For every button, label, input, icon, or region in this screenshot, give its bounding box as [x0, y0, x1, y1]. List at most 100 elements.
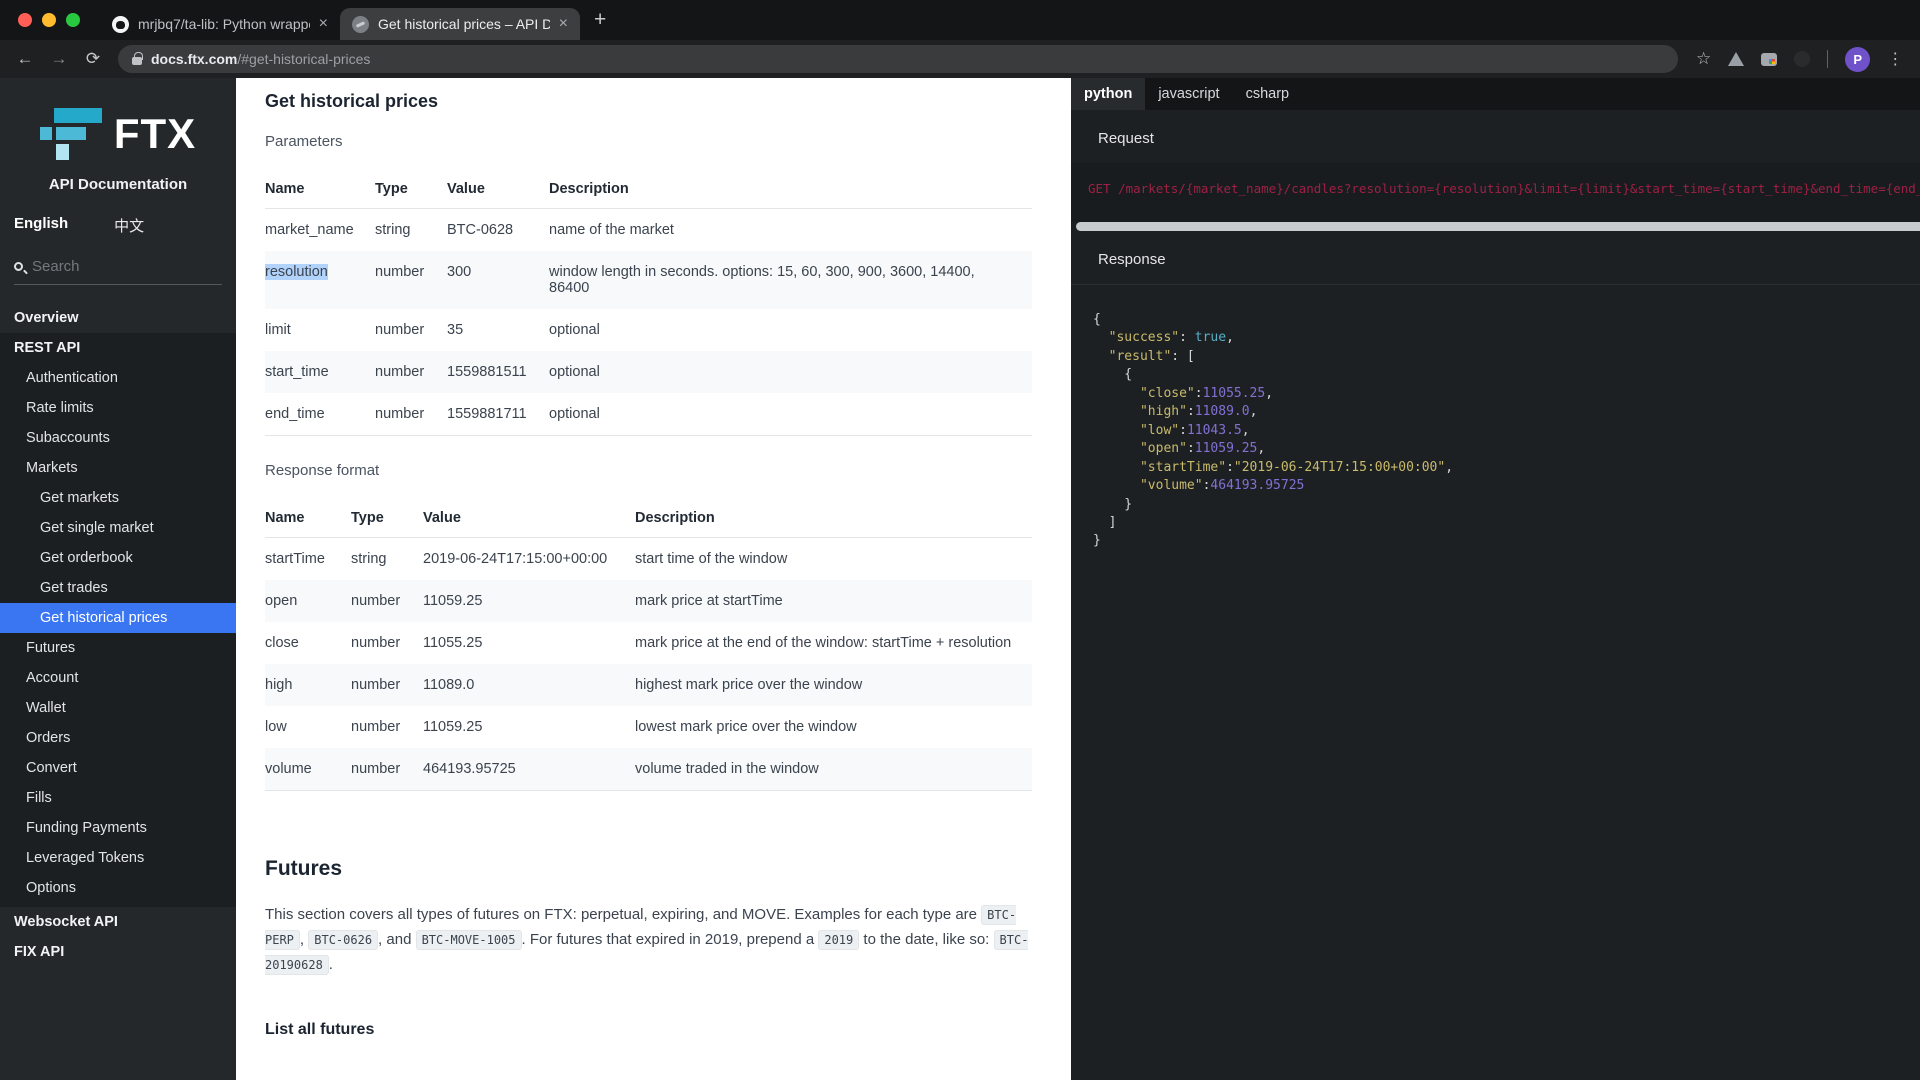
- code-line: "startTime":"2019-06-24T17:15:00+00:00",: [1139, 459, 1454, 475]
- code-line: "volume":464193.95725: [1139, 478, 1305, 494]
- cell-name: close: [265, 635, 299, 651]
- sidebar-item-options[interactable]: Options: [0, 873, 236, 903]
- inline-code: BTC-0626: [308, 929, 379, 950]
- sidebar-item-markets[interactable]: Markets: [0, 453, 236, 483]
- tab-csharp[interactable]: csharp: [1233, 78, 1303, 110]
- sidebar-item-orders[interactable]: Orders: [0, 723, 236, 753]
- language-chinese[interactable]: 中文: [114, 215, 144, 236]
- sidebar-item-futures[interactable]: Futures: [0, 633, 236, 663]
- sidebar-item-account[interactable]: Account: [0, 663, 236, 693]
- sidebar-item-get-orderbook[interactable]: Get orderbook: [0, 543, 236, 573]
- photos-icon[interactable]: [1761, 52, 1778, 66]
- cell-value: 11059.25: [423, 593, 483, 609]
- sidebar-item-get-trades[interactable]: Get trades: [0, 573, 236, 603]
- sidebar-item-websocket-api[interactable]: Websocket API: [0, 907, 236, 937]
- bookmark-star-icon[interactable]: ☆: [1696, 49, 1711, 69]
- sidebar-item-funding-payments[interactable]: Funding Payments: [0, 813, 236, 843]
- code-line: "low":11043.5,: [1139, 422, 1250, 438]
- cell-desc: window length in seconds. options: 15, 6…: [549, 264, 975, 296]
- paragraph-text: to the date, like so:: [859, 930, 994, 948]
- zoom-window-button[interactable]: [66, 13, 80, 27]
- sidebar-item-get-historical-prices[interactable]: Get historical prices: [0, 603, 236, 633]
- cell-type: string: [351, 551, 387, 567]
- code-line: "success": true,: [1108, 330, 1234, 346]
- parameters-table: Name Type Value Description market_name strin…: [265, 172, 1032, 436]
- url-text: docs.ftx.com/#get-historical-prices: [151, 51, 371, 67]
- cell-type: number: [375, 406, 425, 422]
- close-tab-icon[interactable]: ×: [319, 15, 328, 33]
- column-header: Value: [447, 181, 485, 197]
- browser-menu-icon[interactable]: ⋮: [1887, 49, 1903, 69]
- request-code: GET /markets/{market_name}/candles?resol…: [1088, 181, 1920, 196]
- sidebar-item-wallet[interactable]: Wallet: [0, 693, 236, 723]
- extension-icon[interactable]: [1794, 51, 1811, 67]
- column-header: Name: [265, 181, 305, 197]
- profile-avatar[interactable]: P: [1845, 46, 1871, 72]
- sidebar-item-rest-api[interactable]: REST API: [0, 333, 236, 363]
- address-bar[interactable]: docs.ftx.com/#get-historical-prices: [118, 45, 1678, 73]
- drive-icon[interactable]: [1728, 52, 1745, 66]
- table-row: high number 11089.0 highest mark price over…: [265, 664, 1032, 706]
- language-tabs: python javascript csharp: [1071, 78, 1920, 110]
- sidebar-item-subaccounts[interactable]: Subaccounts: [0, 423, 236, 453]
- close-tab-icon[interactable]: ×: [559, 15, 568, 33]
- response-code: { "success": true, "result": [ { "close"…: [1071, 285, 1920, 551]
- cell-value: 2019-06-24T17:15:00+00:00: [423, 551, 608, 567]
- table-row: limit number 35 optional: [265, 309, 1032, 351]
- sidebar-item-fills[interactable]: Fills: [0, 783, 236, 813]
- sidebar-item-overview[interactable]: Overview: [0, 303, 236, 333]
- cell-name: market_name: [265, 222, 354, 238]
- cell-type: number: [375, 364, 425, 380]
- ftx-logo[interactable]: FTX: [0, 78, 236, 162]
- tab-javascript[interactable]: javascript: [1145, 78, 1232, 110]
- search-input[interactable]: [32, 258, 192, 275]
- sidebar-item-authentication[interactable]: Authentication: [0, 363, 236, 393]
- new-tab-button[interactable]: +: [594, 8, 606, 32]
- cell-name: high: [265, 677, 293, 693]
- browser-tab-talib[interactable]: mrjbq7/ta-lib: Python wrapper ×: [100, 8, 340, 40]
- sidebar-item-get-single-market[interactable]: Get single market: [0, 513, 236, 543]
- sidebar-item-convert[interactable]: Convert: [0, 753, 236, 783]
- horizontal-scrollbar[interactable]: [1076, 222, 1920, 231]
- column-header: Type: [351, 510, 384, 526]
- search-box[interactable]: [14, 258, 222, 285]
- doc-column: Get historical prices Parameters Name Typ…: [236, 78, 1071, 1080]
- cell-name: start_time: [265, 364, 329, 380]
- window-controls: [0, 13, 100, 27]
- response-label: Response: [1098, 251, 1166, 268]
- cell-value: 11055.25: [423, 635, 483, 651]
- close-window-button[interactable]: [18, 13, 32, 27]
- browser-navbar: ← → ⟳ docs.ftx.com/#get-historical-price…: [0, 40, 1920, 78]
- sidebar-item-leveraged-tokens[interactable]: Leveraged Tokens: [0, 843, 236, 873]
- cell-value: BTC-0628: [447, 222, 514, 238]
- cell-value: 1559881511: [447, 364, 527, 380]
- code-line: "close":11055.25,: [1139, 385, 1274, 401]
- sidebar-nav: Overview REST API Authentication Rate limit…: [0, 303, 236, 967]
- rest-api-section: REST API Authentication Rate limits Subacco…: [0, 333, 236, 907]
- response-format-table: Name Type Value Description startTime string 2…: [265, 501, 1032, 791]
- sidebar-subtitle: API Documentation: [48, 176, 188, 193]
- sidebar-item-rate-limits[interactable]: Rate limits: [0, 393, 236, 423]
- sidebar-item-get-markets[interactable]: Get markets: [0, 483, 236, 513]
- cell-desc: highest mark price over the window: [635, 677, 863, 693]
- language-english[interactable]: English: [14, 215, 68, 236]
- back-button[interactable]: ←: [10, 49, 40, 69]
- tab-title: Get historical prices – API Docu: [378, 16, 550, 32]
- column-header: Name: [265, 510, 305, 526]
- cell-desc: mark price at startTime: [635, 593, 783, 609]
- cell-type: number: [351, 719, 401, 735]
- cell-desc: name of the market: [549, 222, 674, 238]
- list-all-futures-heading: List all futures: [265, 1021, 375, 1039]
- code-line: }: [1093, 496, 1133, 512]
- reload-button[interactable]: ⟳: [78, 49, 108, 69]
- tab-python[interactable]: python: [1071, 78, 1146, 110]
- sidebar-item-fix-api[interactable]: FIX API: [0, 937, 236, 967]
- browser-tab-ftx-docs[interactable]: Get historical prices – API Docu ×: [340, 8, 580, 40]
- forward-button[interactable]: →: [44, 49, 74, 69]
- futures-paragraph: This section covers all types of futures…: [265, 903, 1035, 977]
- cell-value: 464193.95725: [423, 761, 516, 777]
- sidebar: FTX API Documentation English 中文 Overvie…: [0, 78, 236, 1080]
- github-icon: [112, 15, 129, 33]
- minimize-window-button[interactable]: [42, 13, 56, 27]
- cell-desc: volume traded in the window: [635, 761, 819, 777]
